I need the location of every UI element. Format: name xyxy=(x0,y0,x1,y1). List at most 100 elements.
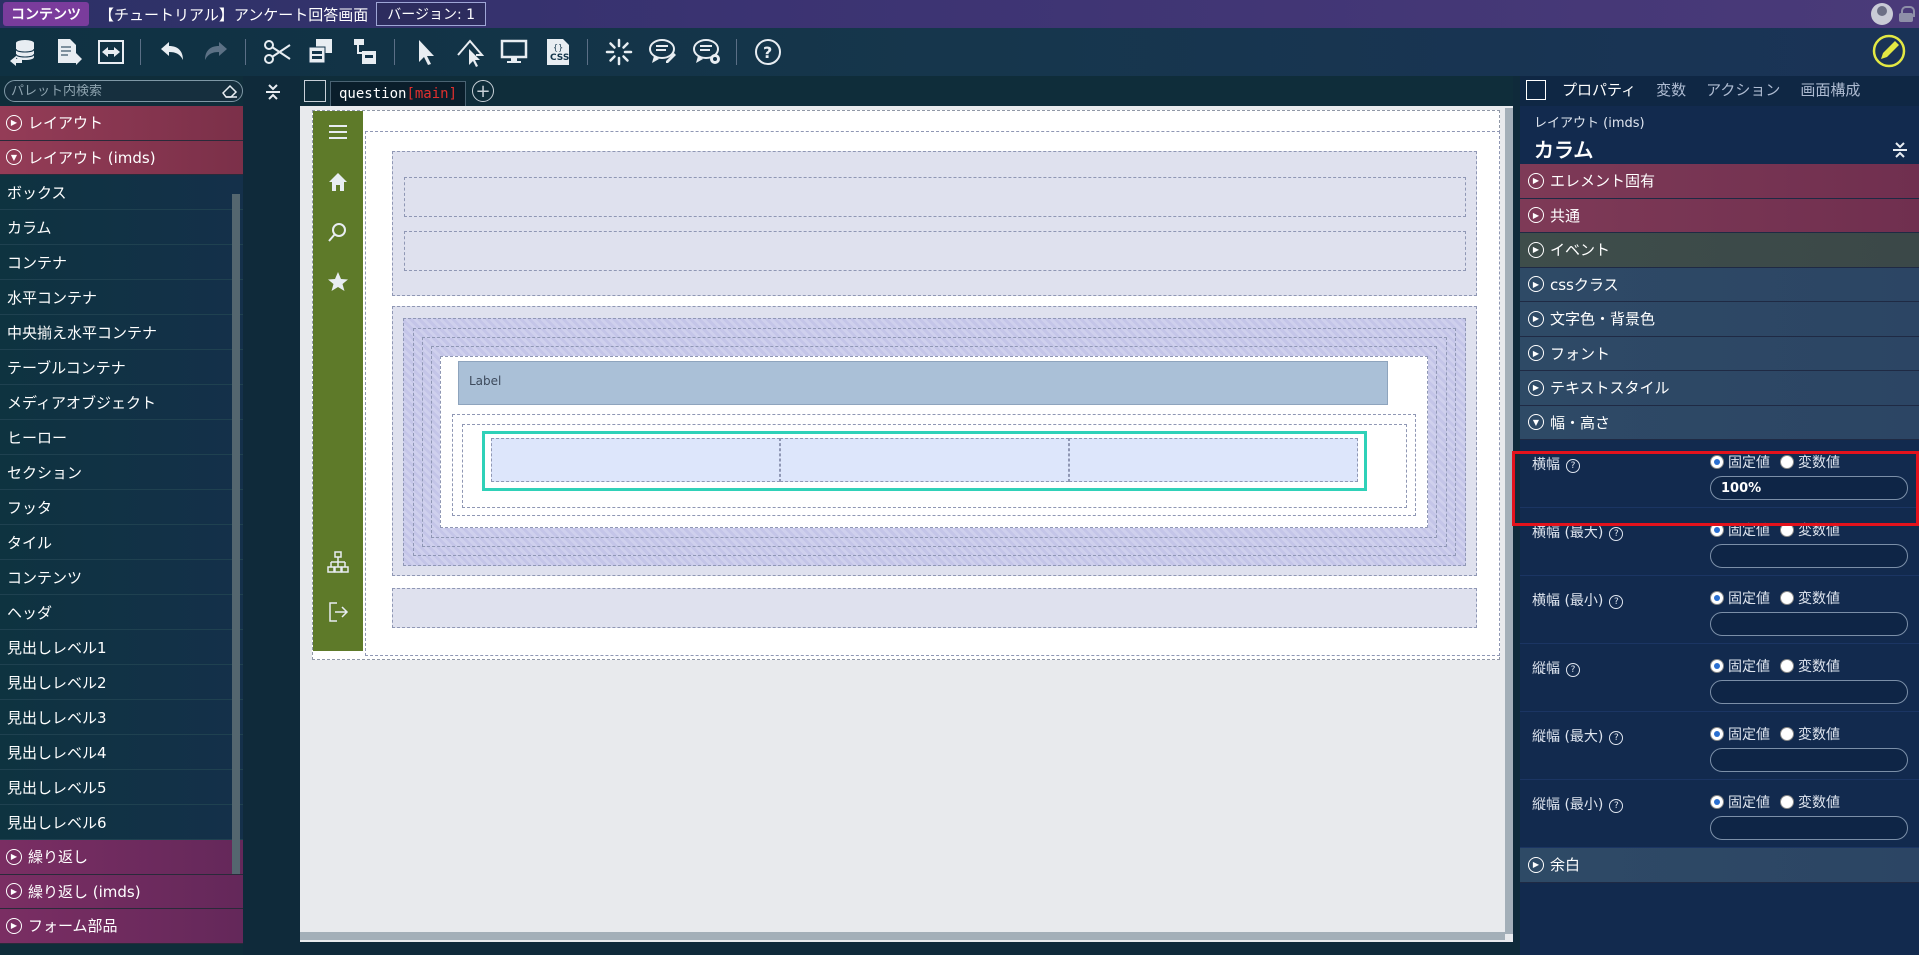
radio-variable[interactable] xyxy=(1780,659,1794,673)
canvas-horizontal-scrollbar[interactable] xyxy=(300,932,1505,940)
help-icon[interactable]: ? xyxy=(747,31,789,73)
select-pointer-icon[interactable] xyxy=(405,31,447,73)
footer-section[interactable] xyxy=(392,588,1477,628)
palette-item[interactable]: 見出しレベル3 xyxy=(0,700,243,735)
column-cell-3[interactable] xyxy=(1069,438,1358,482)
palette-group-repeat[interactable]: ▶ 繰り返し xyxy=(0,840,243,875)
loading-spinner-icon[interactable] xyxy=(598,31,640,73)
add-tab-icon[interactable]: + xyxy=(472,80,495,102)
section-width-height[interactable]: ▼ 幅・高さ xyxy=(1520,405,1919,440)
comment-settings-icon[interactable] xyxy=(686,31,728,73)
palette-group-form-parts[interactable]: ▶ フォーム部品 xyxy=(0,909,243,944)
palette-item[interactable]: タイル xyxy=(0,525,243,560)
radio-fixed[interactable] xyxy=(1710,659,1724,673)
min-width-input[interactable] xyxy=(1710,612,1908,636)
database-export-icon[interactable] xyxy=(2,31,44,73)
section-element-specific[interactable]: ▶ エレメント固有 xyxy=(1520,164,1919,199)
max-height-input[interactable] xyxy=(1710,748,1908,772)
radio-fixed[interactable] xyxy=(1710,727,1724,741)
header-row-1[interactable] xyxy=(404,177,1466,217)
palette-group-layout-imds[interactable]: ▼ レイアウト (imds) xyxy=(0,140,243,175)
collapse-all-icon[interactable] xyxy=(264,82,282,102)
preview-monitor-icon[interactable] xyxy=(493,31,535,73)
palette-item[interactable]: 見出しレベル6 xyxy=(0,805,243,840)
tab-question[interactable]: question[main] xyxy=(330,81,467,106)
undo-icon[interactable] xyxy=(151,31,193,73)
help-icon[interactable]: ? xyxy=(1609,731,1624,745)
radio-variable[interactable] xyxy=(1780,727,1794,741)
search-icon[interactable] xyxy=(327,221,349,243)
help-icon[interactable]: ? xyxy=(1609,595,1624,609)
palette-group-layout[interactable]: ▶ レイアウト xyxy=(0,106,243,141)
star-icon[interactable] xyxy=(327,271,349,293)
palette-item[interactable]: 中央揃え水平コンテナ xyxy=(0,315,243,350)
palette-item[interactable]: ヒーロー xyxy=(0,420,243,455)
hamburger-menu-icon[interactable] xyxy=(327,121,349,143)
palette-item[interactable]: 水平コンテナ xyxy=(0,280,243,315)
column-cell-1[interactable] xyxy=(491,438,780,482)
section-common[interactable]: ▶ 共通 xyxy=(1520,198,1919,233)
palette-item[interactable]: コンテンツ xyxy=(0,560,243,595)
column-cell-2[interactable] xyxy=(780,438,1069,482)
header-row-2[interactable] xyxy=(404,231,1466,271)
tab-properties[interactable]: プロパティ xyxy=(1552,79,1646,106)
logout-icon[interactable] xyxy=(327,601,349,623)
palette-search-input[interactable] xyxy=(11,83,211,99)
palette-scrollbar[interactable] xyxy=(232,194,240,874)
copy-elements-icon[interactable] xyxy=(300,31,342,73)
palette-item[interactable]: セクション xyxy=(0,455,243,490)
palette-item[interactable]: 見出しレベル5 xyxy=(0,770,243,805)
document-export-icon[interactable] xyxy=(46,31,88,73)
radio-fixed[interactable] xyxy=(1710,795,1724,809)
paste-elements-icon[interactable] xyxy=(344,31,386,73)
scissors-icon[interactable] xyxy=(256,31,298,73)
palette-item[interactable]: テーブルコンテナ xyxy=(0,350,243,385)
app-sidebar-preview[interactable] xyxy=(313,111,363,651)
help-icon[interactable]: ? xyxy=(1566,663,1580,677)
collapse-all-icon[interactable] xyxy=(1891,140,1909,160)
min-height-input[interactable] xyxy=(1710,816,1908,840)
height-input[interactable] xyxy=(1710,680,1908,704)
header-section[interactable] xyxy=(392,151,1477,296)
palette-item[interactable]: コンテナ xyxy=(0,245,243,280)
palette-item[interactable]: メディアオブジェクト xyxy=(0,385,243,420)
design-canvas[interactable] xyxy=(300,106,1513,942)
palette-item[interactable]: 見出しレベル4 xyxy=(0,735,243,770)
transfer-icon[interactable] xyxy=(90,31,132,73)
sitemap-icon[interactable] xyxy=(327,551,349,573)
palette-group-repeat-imds[interactable]: ▶ 繰り返し (imds) xyxy=(0,874,243,909)
edit-mode-pencil-icon[interactable] xyxy=(1871,33,1907,69)
section-margin[interactable]: ▶ 余白 xyxy=(1520,848,1919,883)
home-icon[interactable] xyxy=(327,171,349,193)
css-icon[interactable]: CSS{} xyxy=(537,31,579,73)
lock-icon[interactable] xyxy=(1899,6,1915,22)
tab-actions[interactable]: アクション xyxy=(1696,79,1790,106)
palette-item[interactable]: ボックス xyxy=(0,175,243,210)
user-avatar[interactable] xyxy=(1871,3,1893,25)
section-font[interactable]: ▶ フォント xyxy=(1520,336,1919,371)
radio-variable[interactable] xyxy=(1780,591,1794,605)
radio-variable[interactable] xyxy=(1780,795,1794,809)
help-icon[interactable]: ? xyxy=(1609,527,1624,541)
radio-fixed[interactable] xyxy=(1710,591,1724,605)
palette-item[interactable]: カラム xyxy=(0,210,243,245)
comment-edit-icon[interactable] xyxy=(642,31,684,73)
select-area-icon[interactable] xyxy=(449,31,491,73)
tab-variables[interactable]: 変数 xyxy=(1646,79,1696,106)
palette-item[interactable]: ヘッダ xyxy=(0,595,243,630)
redo-icon[interactable] xyxy=(195,31,237,73)
eraser-icon[interactable] xyxy=(222,84,238,98)
max-width-input[interactable] xyxy=(1710,544,1908,568)
section-text-style[interactable]: ▶ テキストスタイル xyxy=(1520,371,1919,406)
section-colors[interactable]: ▶ 文字色・背景色 xyxy=(1520,302,1919,337)
label-element[interactable]: Label xyxy=(458,361,1388,405)
panel-collapse-icon[interactable] xyxy=(1526,80,1546,100)
help-icon[interactable]: ? xyxy=(1609,799,1624,813)
section-event[interactable]: ▶ イベント xyxy=(1520,233,1919,268)
section-css-class[interactable]: ▶ cssクラス xyxy=(1520,267,1919,302)
palette-item[interactable]: フッタ xyxy=(0,490,243,525)
tab-screen-structure[interactable]: 画面構成 xyxy=(1790,79,1870,106)
palette-item[interactable]: 見出しレベル1 xyxy=(0,630,243,665)
palette-item[interactable]: 見出しレベル2 xyxy=(0,665,243,700)
panel-toggle-icon[interactable] xyxy=(304,80,326,102)
